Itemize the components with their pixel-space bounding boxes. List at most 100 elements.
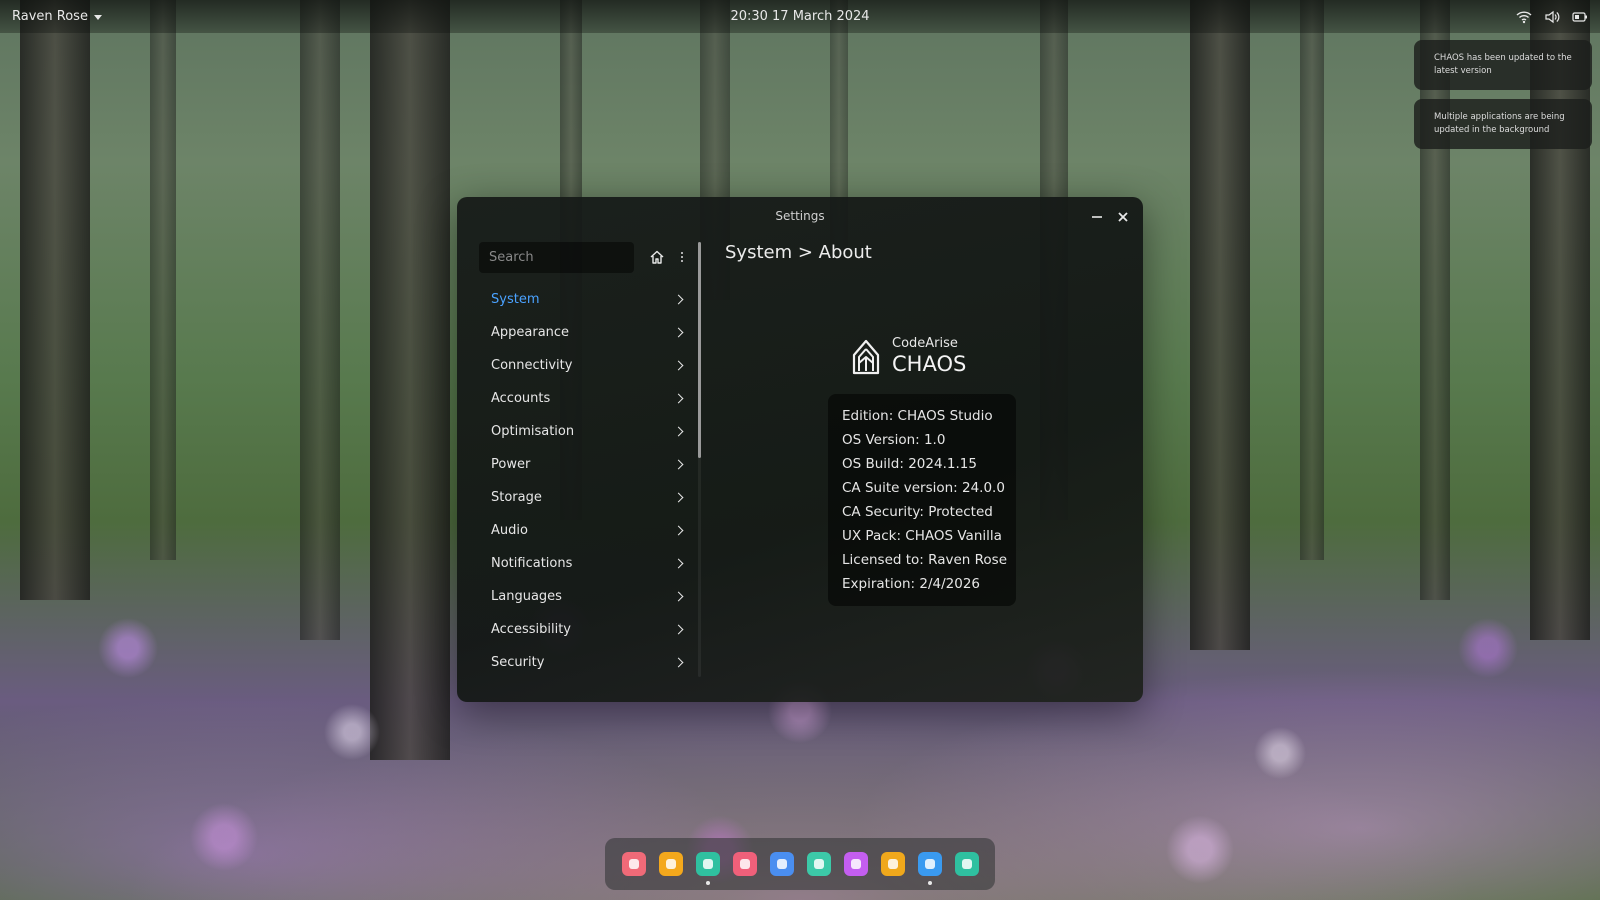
user-name: Raven Rose <box>12 9 88 24</box>
app-glyph <box>813 859 824 869</box>
breadcrumb: System > About <box>725 242 872 263</box>
chevron-right-icon <box>673 294 684 305</box>
notification-card[interactable]: Multiple applications are being updated … <box>1414 99 1592 149</box>
nav-scrollbar[interactable] <box>698 242 701 677</box>
sidebar-item-label: Accessibility <box>491 622 571 637</box>
planner-app-icon[interactable] <box>806 852 831 876</box>
battery-icon[interactable] <box>1572 11 1588 23</box>
sidebar-item-label: Connectivity <box>491 358 573 373</box>
mail-app-icon[interactable] <box>732 852 757 876</box>
sidebar-item-label: Notifications <box>491 556 573 571</box>
sidebar-item-security[interactable]: Security <box>479 646 694 679</box>
sidebar-item-audio[interactable]: Audio <box>479 514 694 547</box>
settings-nav: System Appearance Connectivity Accounts … <box>479 283 694 679</box>
minimize-button[interactable] <box>1087 207 1107 227</box>
store-app-icon[interactable] <box>843 852 868 876</box>
sidebar-item-appearance[interactable]: Appearance <box>479 316 694 349</box>
sidebar-item-label: Security <box>491 655 545 670</box>
home-button[interactable] <box>649 249 665 265</box>
window-title: Settings <box>775 209 825 223</box>
sidebar-item-label: Audio <box>491 523 528 538</box>
sidebar-item-label: Languages <box>491 589 562 604</box>
suite-version-text: CA Suite version: 24.0.0 <box>842 480 1005 496</box>
chevron-down-icon <box>93 15 102 20</box>
sidebar-item-label: Power <box>491 457 531 472</box>
chaos-logo-icon <box>852 339 880 374</box>
chevron-right-icon <box>673 591 684 602</box>
search-input[interactable] <box>479 242 634 273</box>
product-name: CHAOS <box>892 351 967 376</box>
sidebar-item-accounts[interactable]: Accounts <box>479 382 694 415</box>
app-glyph <box>850 859 861 869</box>
notification-card[interactable]: CHAOS has been updated to the latest ver… <box>1414 40 1592 90</box>
chevron-right-icon <box>673 525 684 536</box>
dock <box>605 838 995 890</box>
notification-text: CHAOS has been updated to the latest ver… <box>1434 53 1572 76</box>
os-build-text: OS Build: 2024.1.15 <box>842 456 977 472</box>
wifi-icon[interactable] <box>1516 10 1532 24</box>
user-menu[interactable]: Raven Rose <box>12 9 102 24</box>
sidebar-item-accessibility[interactable]: Accessibility <box>479 613 694 646</box>
sidebar-item-label: Accounts <box>491 391 551 406</box>
sidebar-item-label: Storage <box>491 490 542 505</box>
sidebar-item-power[interactable]: Power <box>479 448 694 481</box>
chevron-right-icon <box>673 360 684 371</box>
cloud-app-icon[interactable] <box>917 852 942 885</box>
company-name: CodeArise <box>892 336 958 351</box>
chevron-right-icon <box>673 327 684 338</box>
app-glyph <box>702 859 713 869</box>
settings-window: Settings System Appearance Connectivity … <box>457 197 1143 702</box>
top-bar: Raven Rose 20:30 17 March 2024 <box>0 0 1600 33</box>
os-version-text: OS Version: 1.0 <box>842 432 946 448</box>
sidebar-item-connectivity[interactable]: Connectivity <box>479 349 694 382</box>
app-glyph <box>924 859 935 869</box>
chevron-right-icon <box>673 657 684 668</box>
sidebar-item-optimisation[interactable]: Optimisation <box>479 415 694 448</box>
running-indicator <box>705 881 710 885</box>
analytics-app-icon[interactable] <box>880 852 905 876</box>
home-icon <box>650 250 664 264</box>
app-glyph <box>776 859 787 869</box>
sidebar-item-label: System <box>491 292 540 307</box>
close-button[interactable] <box>1113 207 1133 227</box>
more-options-button[interactable] <box>677 249 687 265</box>
app-glyph <box>665 859 676 869</box>
chevron-right-icon <box>673 426 684 437</box>
volume-icon[interactable] <box>1544 10 1560 24</box>
window-controls <box>1087 207 1133 227</box>
chevron-right-icon <box>673 492 684 503</box>
sidebar-item-label: Optimisation <box>491 424 575 439</box>
about-info-card: Edition: CHAOS Studio OS Version: 1.0 OS… <box>828 394 1016 606</box>
calendar-app-icon[interactable] <box>621 852 646 876</box>
running-indicator <box>927 881 932 885</box>
sidebar-item-storage[interactable]: Storage <box>479 481 694 514</box>
app-glyph <box>961 859 972 869</box>
notification-text: Multiple applications are being updated … <box>1434 112 1565 135</box>
app-glyph <box>739 859 750 869</box>
clock[interactable]: 20:30 17 March 2024 <box>730 9 869 24</box>
chevron-right-icon <box>673 624 684 635</box>
messages-app-icon[interactable] <box>769 852 794 876</box>
os-brand: CodeArise CHAOS <box>850 336 967 376</box>
system-tray <box>1516 10 1588 24</box>
licensee-text: Licensed to: Raven Rose <box>842 552 1008 568</box>
scrollbar-thumb[interactable] <box>698 242 701 458</box>
chevron-right-icon <box>673 459 684 470</box>
sidebar-item-label: Appearance <box>491 325 570 340</box>
chevron-right-icon <box>673 558 684 569</box>
chevron-right-icon <box>673 393 684 404</box>
sidebar-item-system[interactable]: System <box>479 283 694 316</box>
settings-app-icon[interactable] <box>695 852 720 885</box>
sidebar-item-notifications[interactable]: Notifications <box>479 547 694 580</box>
expiration-text: Expiration: 2/4/2026 <box>842 576 980 592</box>
minimize-icon <box>1092 216 1102 218</box>
ideas-app-icon[interactable] <box>954 852 979 876</box>
edition-text: Edition: CHAOS Studio <box>842 408 993 424</box>
ux-pack-text: UX Pack: CHAOS Vanilla <box>842 528 1002 544</box>
files-app-icon[interactable] <box>658 852 683 876</box>
app-glyph <box>628 859 639 869</box>
sidebar-item-languages[interactable]: Languages <box>479 580 694 613</box>
app-glyph <box>887 859 898 869</box>
close-icon <box>1118 212 1128 222</box>
security-status-text: CA Security: Protected <box>842 504 993 520</box>
